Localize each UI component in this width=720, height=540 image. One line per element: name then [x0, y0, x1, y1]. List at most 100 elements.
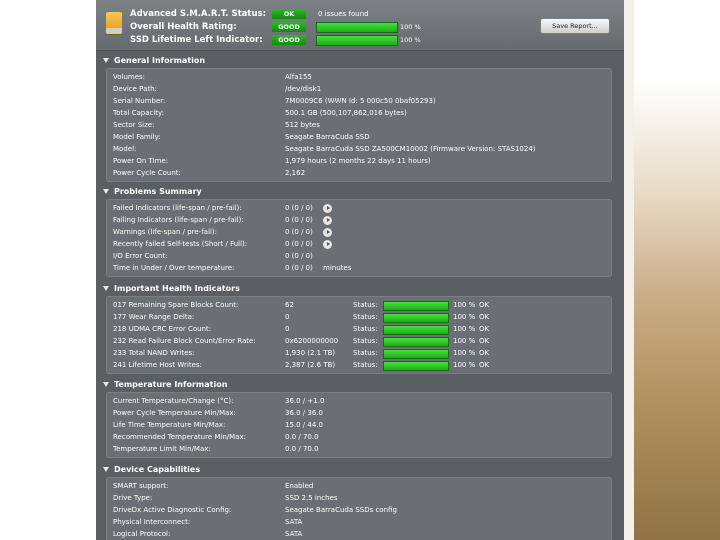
section-general-header[interactable]: General Information [96, 54, 624, 68]
section-title: Important Health Indicators [114, 284, 240, 293]
row-label: Temperature Limit Min/Max: [113, 445, 211, 453]
row-label: Physical Interconnect: [113, 518, 191, 526]
status-bar [383, 301, 449, 311]
row-label: Warnings (life-span / pre-fail): [113, 228, 217, 236]
row-value: Seagate BarraCuda SSDs config [285, 506, 397, 514]
attribute-label: 233 Total NAND Writes: [113, 349, 195, 357]
row-label: Life Time Temperature Min/Max: [113, 421, 226, 429]
row-label: Recently failed Self-tests (Short / Full… [113, 240, 248, 248]
row-value: 36.0 / +1.0 [285, 397, 325, 405]
status-percent: 100 % [453, 349, 476, 357]
row-label: SMART support: [113, 482, 169, 490]
info-row: Model Family: Seagate BarraCuda SSD [113, 132, 603, 143]
info-row: Physical Interconnect: SATA [113, 517, 603, 528]
smart-status-label: Advanced S.M.A.R.T. Status: [130, 9, 266, 19]
row-value: 0 (0 / 0) [285, 240, 313, 248]
problem-row: Time in Under / Over temperature: 0 (0 / … [113, 263, 603, 274]
row-value: 512 bytes [285, 121, 320, 129]
row-label: Time in Under / Over temperature: [113, 264, 235, 272]
section-title: Temperature Information [114, 380, 228, 389]
info-row: SMART support: Enabled [113, 481, 603, 492]
disclosure-triangle-icon [103, 189, 109, 194]
row-value: 0 (0 / 0) [285, 228, 313, 236]
info-row: Power Cycle Count: 2,162 [113, 168, 603, 179]
row-label: Power Cycle Count: [113, 169, 181, 177]
section-temperature-header[interactable]: Temperature Information [96, 378, 624, 392]
problem-row: I/O Error Count: 0 (0 / 0) [113, 251, 603, 262]
row-value: Alfa155 [285, 73, 312, 81]
attribute-value: 1,930 (2.1 TB) [285, 349, 336, 357]
health-rating-percent: 100 % [400, 23, 421, 31]
row-value: Enabled [285, 482, 314, 490]
section-problems-header[interactable]: Problems Summary [96, 185, 624, 199]
details-arrow-icon[interactable] [323, 204, 332, 213]
row-value: 0.0 / 70.0 [285, 433, 319, 441]
row-value: 0 (0 / 0) [285, 264, 313, 272]
row-label: Device Path: [113, 85, 157, 93]
lifetime-left-bar [316, 35, 398, 46]
temperature-panel: Current Temperature/Change (°C): 36.0 / +… [106, 392, 612, 458]
row-value: 0 (0 / 0) [285, 216, 313, 224]
attribute-label: 241 Lifetime Host Writes: [113, 361, 202, 369]
health-row[interactable]: 017 Remaining Spare Blocks Count: 62 Statu… [113, 300, 603, 311]
health-rating-label: Overall Health Rating: [130, 22, 237, 32]
health-row[interactable]: 241 Lifetime Host Writes: 2,387 (2.6 TB) S… [113, 360, 603, 371]
row-label: Current Temperature/Change (°C): [113, 397, 234, 405]
section-title: General Information [114, 56, 206, 65]
row-value: 500.1 GB (500,107,862,016 bytes) [285, 109, 407, 117]
problem-row: Failing Indicators (life-span / pre-fail… [113, 215, 603, 226]
row-label: I/O Error Count: [113, 252, 168, 260]
row-value: 7M0009C6 (WWN Id: 5 000c50 0baf05293) [285, 97, 436, 105]
section-title: Problems Summary [114, 187, 202, 196]
row-label: Logical Protocol: [113, 530, 171, 538]
save-report-button[interactable]: Save Report... [540, 18, 610, 34]
desktop-background-right [624, 0, 720, 540]
row-label: DriveDx Active Diagnostic Config: [113, 506, 232, 514]
info-row: Recommended Temperature Min/Max: 0.0 / 70… [113, 432, 603, 443]
health-row[interactable]: 177 Wear Range Delta: 0 Status: 100 % OK [113, 312, 603, 323]
status-label: Status: [353, 349, 378, 357]
drive-icon [106, 12, 122, 34]
info-row: Temperature Limit Min/Max: 0.0 / 70.0 [113, 444, 603, 455]
row-label: Total Capacity: [113, 109, 165, 117]
row-label: Model: [113, 145, 137, 153]
attribute-label: 017 Remaining Spare Blocks Count: [113, 301, 239, 309]
status-percent: 100 % [453, 361, 476, 369]
health-row[interactable]: 218 UDMA CRC Error Count: 0 Status: 100 % OK [113, 324, 603, 335]
attribute-label: 232 Read Failure Block Count/Error Rate: [113, 337, 256, 345]
capabilities-panel: SMART support: Enabled Drive Type: SSD 2.5… [106, 477, 612, 540]
row-value: /dev/disk1 [285, 85, 322, 93]
attribute-value: 0 [285, 325, 290, 333]
disclosure-triangle-icon [103, 58, 109, 63]
status-ok: OK [479, 349, 490, 357]
row-label: Failing Indicators (life-span / pre-fail… [113, 216, 244, 224]
attribute-label: 177 Wear Range Delta: [113, 313, 195, 321]
lifetime-left-percent: 100 % [400, 36, 421, 44]
row-label: Volumes: [113, 73, 146, 81]
status-ok: OK [479, 301, 490, 309]
attribute-value: 0 [285, 313, 290, 321]
section-health-header[interactable]: Important Health Indicators [96, 282, 624, 296]
smart-status-badge: OK [272, 9, 306, 19]
row-value: SATA [285, 530, 303, 538]
row-value: SSD 2.5 inches [285, 494, 338, 502]
lifetime-left-badge: GOOD [272, 35, 306, 45]
problems-panel: Failed Indicators (life-span / pre-fail)… [106, 199, 612, 277]
row-label: Failed Indicators (life-span / pre-fail)… [113, 204, 242, 212]
details-arrow-icon[interactable] [323, 240, 332, 249]
problem-row: Warnings (life-span / pre-fail): 0 (0 / 0… [113, 227, 603, 238]
lifetime-left-label: SSD Lifetime Left Indicator: [130, 35, 263, 45]
desktop-background-left [0, 0, 96, 540]
health-row[interactable]: 233 Total NAND Writes: 1,930 (2.1 TB) Stat… [113, 348, 603, 359]
details-arrow-icon[interactable] [323, 228, 332, 237]
status-ok: OK [479, 361, 490, 369]
health-row[interactable]: 232 Read Failure Block Count/Error Rate:… [113, 336, 603, 347]
details-arrow-icon[interactable] [323, 216, 332, 225]
info-row: Serial Number: 7M0009C6 (WWN Id: 5 000c50… [113, 96, 603, 107]
attribute-value: 62 [285, 301, 294, 309]
status-percent: 100 % [453, 325, 476, 333]
disclosure-triangle-icon [103, 382, 109, 387]
section-capabilities-header[interactable]: Device Capabilities [96, 463, 624, 477]
problem-row: Recently failed Self-tests (Short / Full… [113, 239, 603, 250]
problem-row: Failed Indicators (life-span / pre-fail)… [113, 203, 603, 214]
